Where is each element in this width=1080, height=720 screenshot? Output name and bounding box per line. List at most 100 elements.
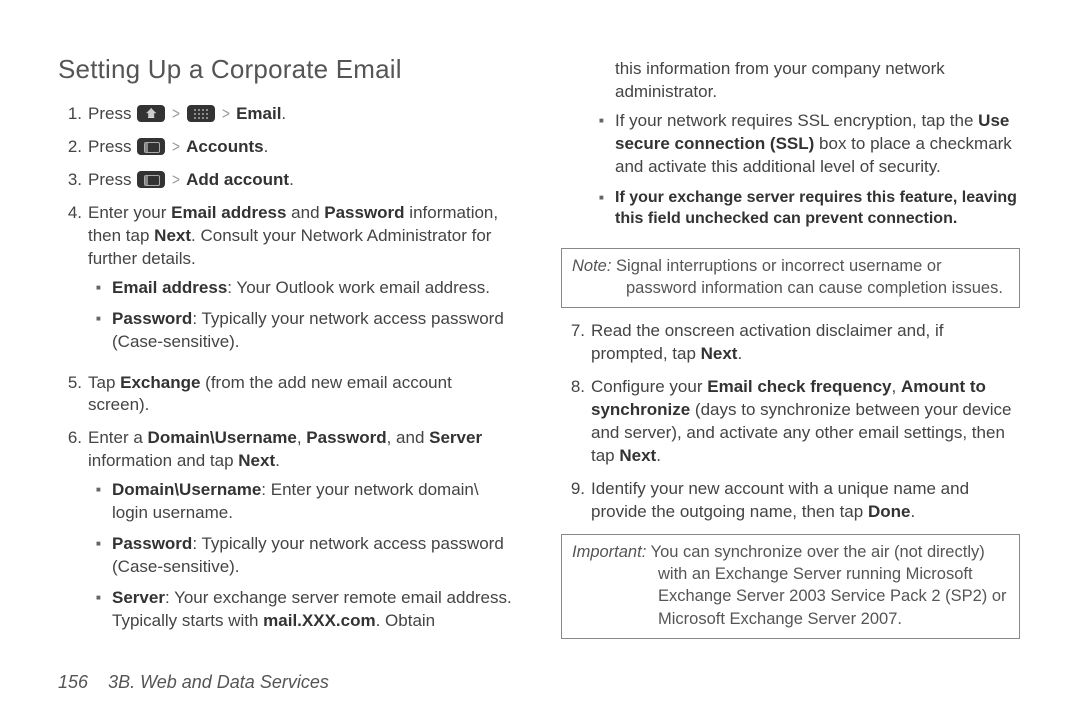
sub-bullet: ■ Domain\Username: Enter your network do… [88,479,517,525]
step-body: this information from your company netwo… [591,58,1020,238]
note-label: Note: [572,257,611,275]
step-9: 9. Identify your new account with a uniq… [561,478,1020,524]
ui-label: Exchange [120,373,200,392]
step-1: 1. Press >>Email. [58,103,517,126]
sub-body: Password: Typically your network access … [112,533,517,579]
step-body: Configure your Email check frequency, Am… [591,376,1020,468]
text: Configure your [591,377,707,396]
text: , [892,377,901,396]
text: Read the onscreen activation disclaimer … [591,321,943,363]
step-number: 4. [58,202,88,362]
section-title: 3B. Web and Data Services [108,672,329,692]
ui-label: Email check frequency [707,377,891,396]
bullet-icon: ■ [96,479,112,525]
text: , [297,428,306,447]
sub-bullet: ■ If your network requires SSL encryptio… [591,110,1020,179]
bullet-icon: ■ [96,533,112,579]
text: Press [88,104,136,123]
step-body: Enter a Domain\Username, Password , and S… [88,427,517,641]
important-text: You can synchronize over the air (not di… [646,543,1006,628]
step-3: 3. Press >Add account. [58,169,517,192]
menu-key-icon [137,171,165,188]
ui-label: Email [236,104,281,123]
text: . [737,344,742,363]
home-key-icon [137,105,165,122]
bullet-icon: ■ [96,277,112,300]
note-box: Note: Signal interruptions or incorrect … [561,248,1020,309]
page-footer: 156 3B. Web and Data Services [58,672,329,693]
step-number: 6. [58,427,88,641]
step-6: 6. Enter a Domain\Username, Password , an… [58,427,517,641]
step-body: Read the onscreen activation disclaimer … [591,320,1020,366]
text: information and tap [88,451,238,470]
text: , and [387,428,430,447]
text: . [656,446,661,465]
step-8: 8. Configure your Email check frequency,… [561,376,1020,468]
text: Tap [88,373,120,392]
step-number-blank [561,58,591,238]
step-body: Identify your new account with a unique … [591,478,1020,524]
sub-body: If your network requires SSL encryption,… [615,110,1020,179]
left-column: Setting Up a Corporate Email 1. Press >>… [58,52,517,651]
ui-label: Domain\Username [148,428,297,447]
sub-body: Server: Your exchange server remote emai… [112,587,517,633]
page-number: 156 [58,672,88,692]
continuation-text: this information from your company netwo… [591,58,1020,104]
bullet-icon: ■ [96,587,112,633]
step-number: 2. [58,136,88,159]
step-4: 4. Enter your Email address and Password… [58,202,517,362]
step-2: 2. Press > Accounts. [58,136,517,159]
ui-label: Done [868,502,911,521]
text: If your network requires SSL encryption,… [615,111,978,130]
step-body: Press >>Email. [88,103,517,126]
step-number: 9. [561,478,591,524]
menu-key-icon [137,138,165,155]
chevron-right-icon: > [172,169,180,192]
step-body: Enter your Email address and Password in… [88,202,517,362]
chevron-right-icon: > [222,103,230,126]
step-body: Press >Add account. [88,169,517,192]
important-label: Important: [572,543,646,561]
step-number: 5. [58,372,88,418]
text: Enter your [88,203,171,222]
step-body: Press > Accounts. [88,136,517,159]
text: Press [88,170,136,189]
sub-bullet: ■ Server: Your exchange server remote em… [88,587,517,633]
step-number: 3. [58,169,88,192]
ui-label: Next [701,344,738,363]
note-text: Signal interruptions or incorrect userna… [611,257,1003,297]
sub-body: Password: Typically your network access … [112,308,517,354]
step-number: 8. [561,376,591,468]
page-content: Setting Up a Corporate Email 1. Press >>… [0,0,1080,651]
section-heading: Setting Up a Corporate Email [58,52,517,87]
bullet-icon: ■ [599,110,615,179]
note-content: Note: Signal interruptions or incorrect … [572,255,1009,300]
ui-label: Next [154,226,191,245]
ui-label: Password [112,534,192,553]
ui-label: Server [429,428,482,447]
text: . [264,137,269,156]
ui-label: Password [324,203,404,222]
text: . Obtain [376,611,436,630]
text: . [275,451,280,470]
sub-bullet: ■ Password: Typically your network acces… [88,308,517,354]
step-6-continued: this information from your company netwo… [561,58,1020,238]
chevron-right-icon: > [172,136,180,159]
text: . [910,502,915,521]
text: and [286,203,324,222]
ui-label: Server [112,588,165,607]
ui-label: Accounts [186,137,263,156]
bullet-icon: ■ [96,308,112,354]
sub-bullet: ■ Email address: Your Outlook work email… [88,277,517,300]
text: Press [88,137,136,156]
right-column: this information from your company netwo… [561,52,1020,651]
text: . [289,170,294,189]
sub-bullet: ■ Password: Typically your network acces… [88,533,517,579]
ui-label: mail.XXX.com [263,611,375,630]
step-5: 5. Tap Exchange (from the add new email … [58,372,517,418]
important-box: Important: You can synchronize over the … [561,534,1020,639]
text: Enter a [88,428,148,447]
sub-body: Email address: Your Outlook work email a… [112,277,517,300]
ui-label: Domain\Username [112,480,261,499]
step-number: 7. [561,320,591,366]
